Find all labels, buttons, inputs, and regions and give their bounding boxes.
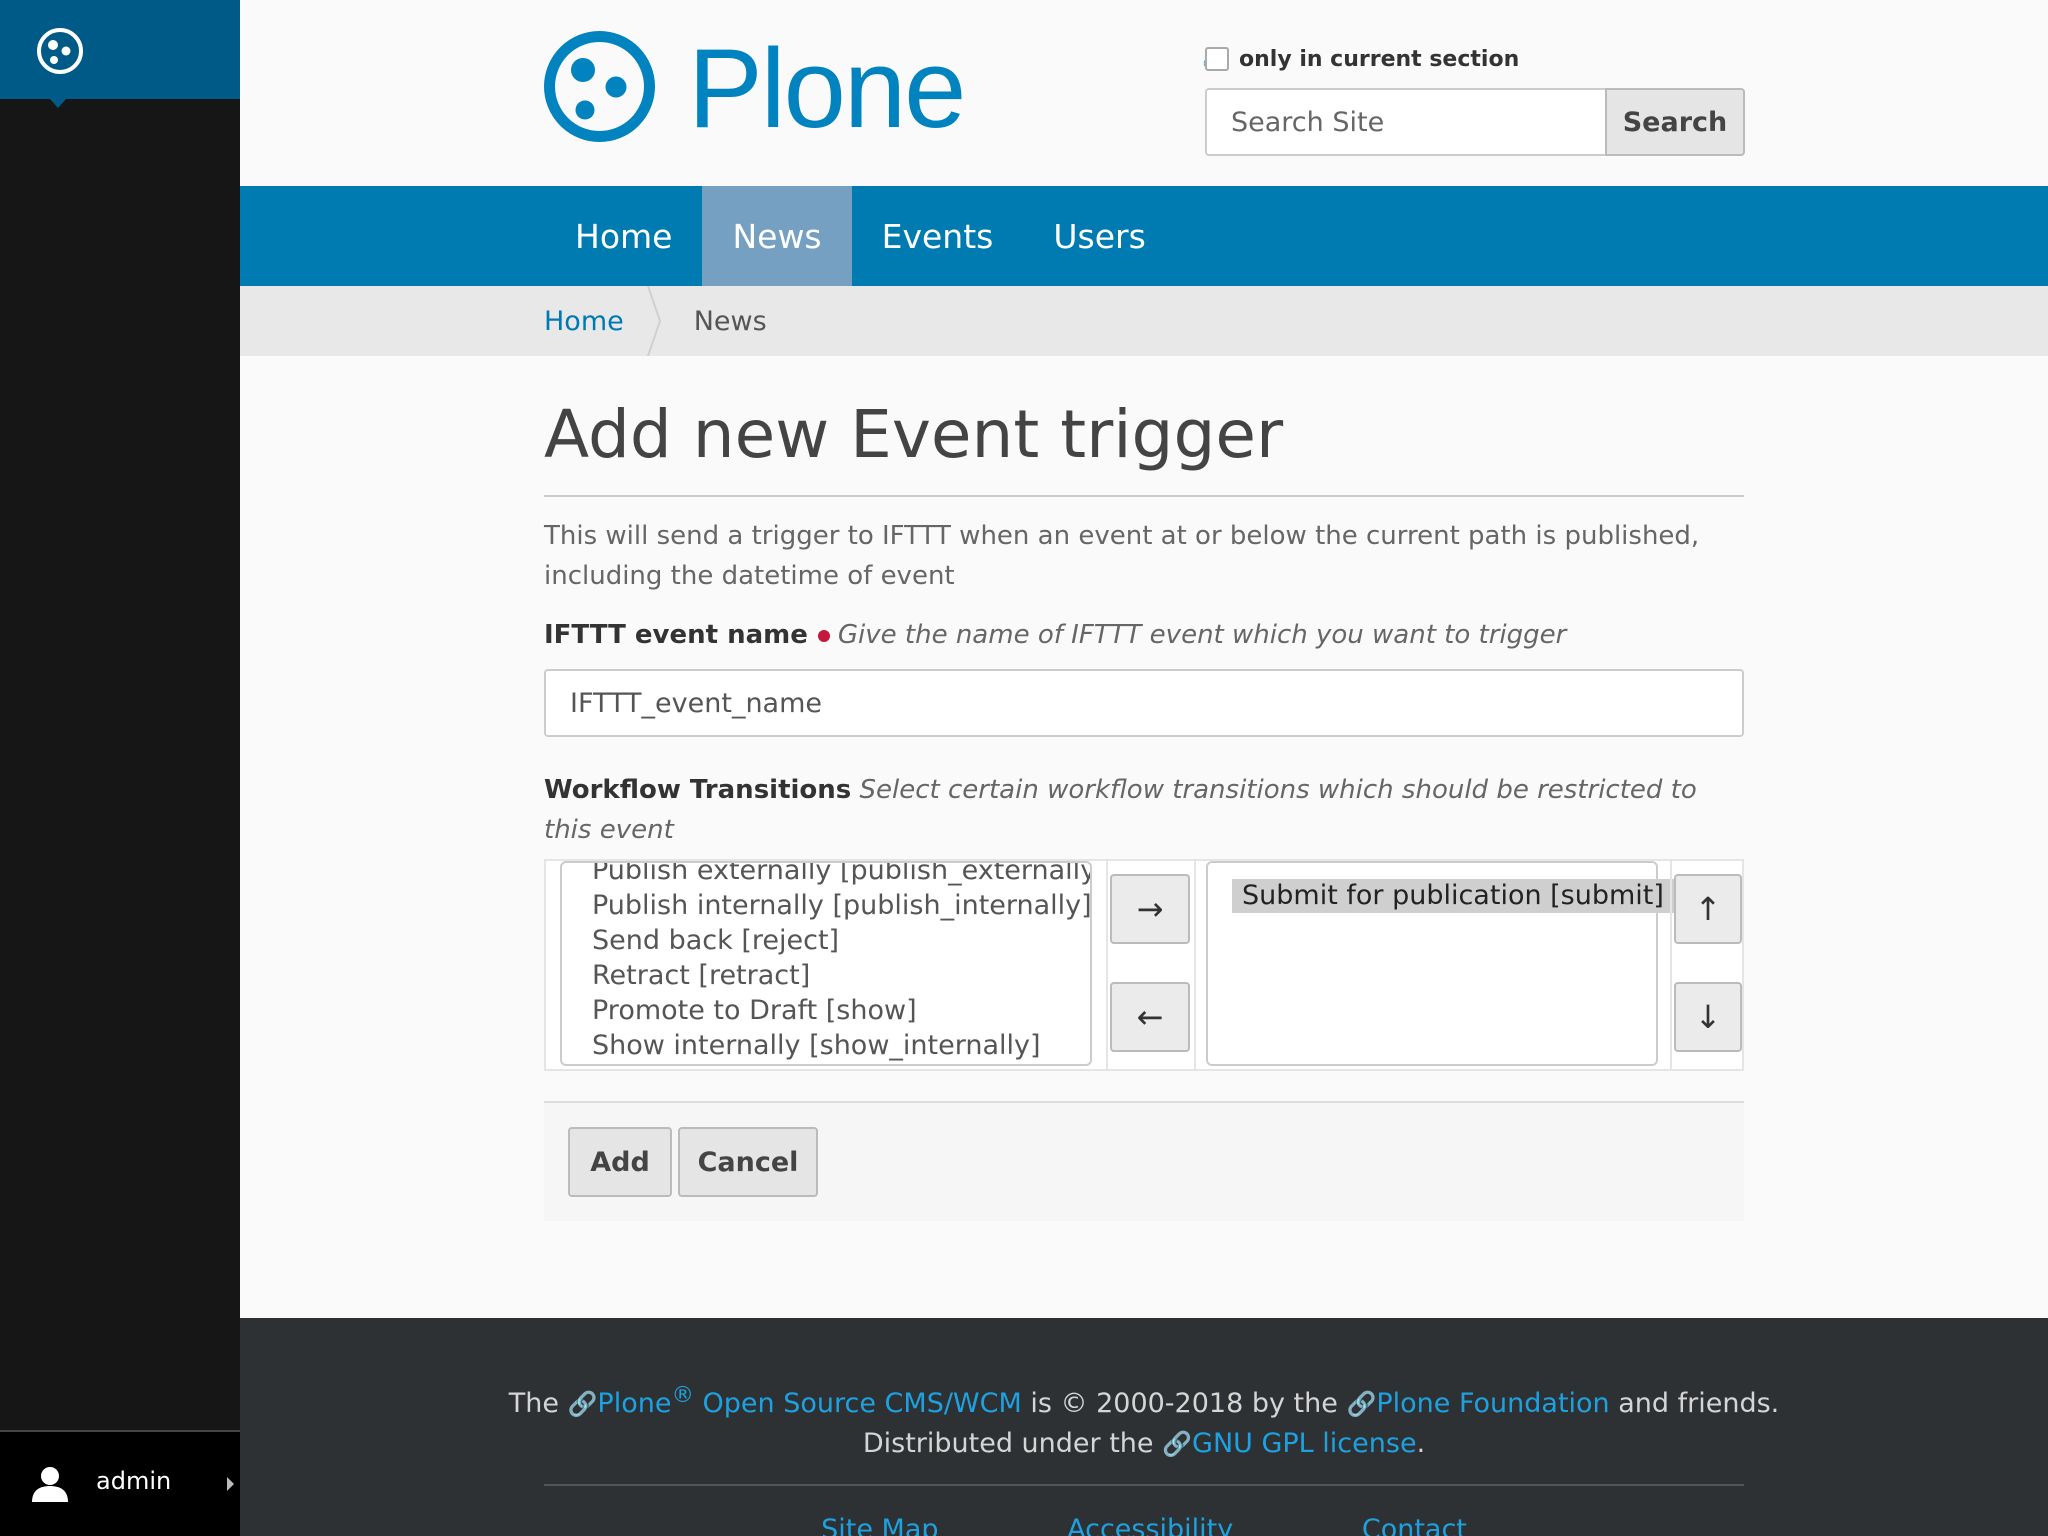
nav-item-users[interactable]: Users [1023,186,1175,286]
available-transitions-list[interactable]: Publish externally [publish_externally] … [560,861,1092,1066]
footer-colophon: The 🔗Plone® Open Source CMS/WCM is © 200… [240,1375,2048,1464]
selected-transitions-list[interactable]: Submit for publication [submit] [1206,861,1674,1066]
site-footer: The 🔗Plone® Open Source CMS/WCM is © 200… [240,1318,2048,1536]
plone-link-text: Plone [597,1388,672,1419]
list-item[interactable]: Show internally [show_internally] [592,1030,1041,1061]
footer-divider [544,1484,1744,1486]
main-navigation: Home News Events Users [240,186,2048,286]
footer-link-sitemap[interactable]: Site Map [821,1514,938,1536]
nav-item-home[interactable]: Home [545,186,702,286]
remove-transition-button[interactable]: ← [1110,982,1190,1052]
toolbar-notch [50,99,66,108]
event-name-label-text: IFTTT event name [544,620,808,650]
list-item[interactable]: Promote to Draft [show] [592,995,917,1026]
breadcrumb-home-link[interactable]: Home [544,306,624,337]
nav-item-events[interactable]: Events [852,186,1024,286]
required-indicator [817,629,830,642]
only-current-section-label: only in current section [1239,46,1520,72]
event-name-help: Give the name of IFTTT event which you w… [837,620,1567,650]
event-name-label: IFTTT event name Give the name of IFTTT e… [544,620,1566,650]
move-down-button[interactable]: ↓ [1674,982,1742,1052]
transitions-widget: Publish externally [publish_externally] … [544,859,1744,1071]
search-button[interactable]: Search [1605,88,1745,156]
footer-text: is [1021,1388,1061,1419]
breadcrumb: Home News [240,286,2048,356]
breadcrumb-current: News [693,305,767,337]
plone-foundation-link[interactable]: Plone Foundation [1376,1388,1609,1419]
nav-item-news[interactable]: News [702,186,852,286]
footer-link-contact[interactable]: Contact [1362,1514,1467,1536]
logo-wordmark: Plone [688,26,966,151]
only-current-section-checkbox[interactable] [1205,47,1229,71]
widget-divider [1106,861,1108,1069]
user-name: admin [96,1467,172,1495]
list-item[interactable]: Submit for publication [submit] [1232,879,1674,913]
plone-cms-text: Open Source CMS/WCM [693,1388,1022,1419]
link-icon: 🔗 [1162,1430,1193,1458]
site-logo[interactable]: Plone [543,26,993,151]
title-divider [544,495,1744,497]
breadcrumb-separator-icon [646,286,661,356]
plone-logo-icon [37,28,83,74]
search-input[interactable] [1205,88,1605,156]
only-current-section-row[interactable]: only in current section [1205,44,1519,74]
transitions-label-text: Workflow Transitions [544,775,852,805]
footer-links: Site Map Accessibility Contact [240,1514,2048,1536]
footer-text: and friends. [1609,1388,1780,1419]
widget-divider [1194,861,1196,1069]
transitions-label: Workflow Transitions Select certain work… [544,770,1744,850]
footer-link-accessibility[interactable]: Accessibility [1067,1514,1233,1536]
widget-divider [1670,861,1672,1069]
plone-logo-mark-icon [544,31,655,142]
form-actions: Add Cancel [544,1101,1744,1221]
event-name-input[interactable] [544,669,1744,737]
form-description: This will send a trigger to IFTTT when a… [544,521,1700,591]
site-header: Plone ® only in current section Search [240,0,2048,186]
copyright-symbol: © [1060,1388,1088,1419]
plone-registered-mark: ® [671,1382,694,1408]
footer-text: Distributed under the [862,1428,1163,1459]
link-icon: 🔗 [567,1390,598,1418]
page-title: Add new Event trigger [544,396,1284,473]
list-item[interactable]: Send back [reject] [592,925,839,956]
list-item[interactable]: Retract [retract] [592,960,810,991]
plone-link[interactable]: Plone® Open Source CMS/WCM [597,1382,1022,1419]
move-up-button[interactable]: ↑ [1674,874,1742,944]
user-menu[interactable]: admin [0,1430,240,1536]
footer-text: The [508,1388,568,1419]
link-icon: 🔗 [1346,1390,1377,1418]
list-item[interactable]: Publish internally [publish_internally] [592,890,1090,921]
caret-right-icon [227,1477,234,1491]
user-icon [32,1467,68,1502]
add-button[interactable]: Add [568,1127,672,1197]
toolbar-logo-button[interactable] [0,0,240,108]
add-transition-button[interactable]: → [1110,874,1190,944]
search-area: only in current section Search [1205,44,1985,164]
cancel-button[interactable]: Cancel [678,1127,818,1197]
footer-text: 2000-2018 by the [1087,1388,1347,1419]
list-item[interactable]: Publish externally [publish_externally] [592,863,1090,886]
footer-text: . [1416,1428,1426,1459]
plone-toolbar: admin [0,0,240,1536]
gpl-license-link[interactable]: GNU GPL license [1192,1428,1417,1459]
